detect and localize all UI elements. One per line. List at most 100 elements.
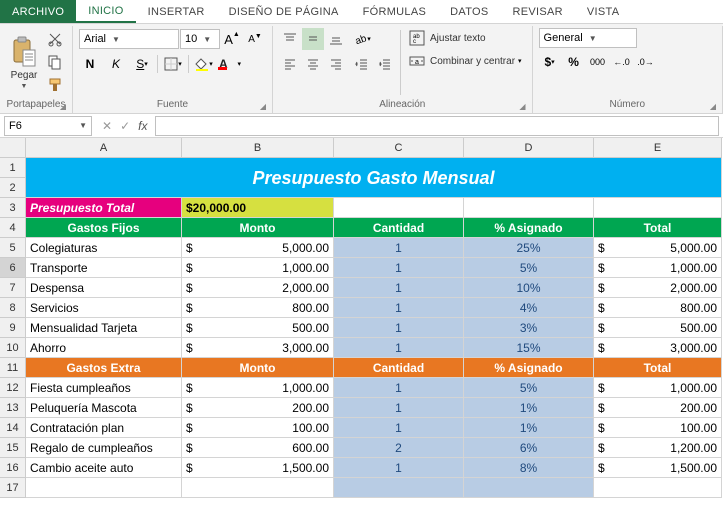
bold-button[interactable]: N [79,53,101,75]
italic-button[interactable]: K [105,53,127,75]
tab-data[interactable]: DATOS [438,0,500,23]
data-cell[interactable]: $1,500.00 [182,458,334,478]
data-cell[interactable]: Cambio aceite auto [26,458,182,478]
data-cell[interactable]: $1,200.00 [594,438,722,458]
align-bottom-button[interactable] [325,28,347,50]
align-right-button[interactable] [325,53,347,75]
data-cell[interactable]: $3,000.00 [594,338,722,358]
clipboard-launcher-icon[interactable]: ◢ [60,102,66,111]
data-cell[interactable]: $2,000.00 [594,278,722,298]
row-header[interactable]: 8 [0,298,26,318]
wrap-text-button[interactable]: abc Ajustar texto [405,28,526,48]
data-cell[interactable]: $2,000.00 [182,278,334,298]
accounting-format-button[interactable]: $▾ [539,51,561,73]
formula-input[interactable] [155,116,719,136]
select-all-corner[interactable] [0,138,26,158]
row-header[interactable]: 15 [0,438,26,458]
col-header-e[interactable]: E [594,138,722,158]
tab-insert[interactable]: INSERTAR [136,0,217,23]
data-cell[interactable]: Regalo de cumpleaños [26,438,182,458]
data-cell[interactable]: Servicios [26,298,182,318]
tab-file[interactable]: ARCHIVO [0,0,76,23]
row-header[interactable]: 11 [0,358,26,378]
row-header[interactable]: 1 [0,158,26,178]
data-cell[interactable]: 5% [464,258,594,278]
data-cell[interactable]: $500.00 [182,318,334,338]
spreadsheet-grid[interactable]: A B C D E 1 2 Presupuesto Gasto Mensual … [0,138,723,498]
copy-button[interactable] [44,51,66,73]
data-cell[interactable]: Despensa [26,278,182,298]
data-cell[interactable]: 1 [334,378,464,398]
cut-button[interactable] [44,28,66,50]
row-header[interactable]: 14 [0,418,26,438]
col-header-c[interactable]: C [334,138,464,158]
fx-icon[interactable]: fx [138,119,147,133]
tab-view[interactable]: VISTA [575,0,631,23]
row-header[interactable]: 12 [0,378,26,398]
row-header[interactable]: 16 [0,458,26,478]
data-cell[interactable]: 10% [464,278,594,298]
data-cell[interactable]: $800.00 [182,298,334,318]
data-cell[interactable]: 3% [464,318,594,338]
tab-formulas[interactable]: FÓRMULAS [351,0,439,23]
percent-format-button[interactable]: % [563,51,585,73]
align-middle-button[interactable] [302,28,324,50]
data-cell[interactable]: $1,000.00 [182,258,334,278]
data-cell[interactable]: 1 [334,258,464,278]
data-cell[interactable]: $1,000.00 [594,258,722,278]
align-top-button[interactable] [279,28,301,50]
data-cell[interactable]: 15% [464,338,594,358]
data-cell[interactable]: 1 [334,338,464,358]
row-header[interactable]: 9 [0,318,26,338]
number-launcher-icon[interactable]: ◢ [710,102,716,111]
increase-font-button[interactable]: A▲ [221,28,243,50]
number-format-combo[interactable]: General▼ [539,28,637,48]
tab-review[interactable]: REVISAR [501,0,575,23]
data-cell[interactable]: $1,000.00 [594,378,722,398]
enter-formula-icon[interactable]: ✓ [120,119,130,133]
increase-decimal-button[interactable]: ←.0 [611,51,633,73]
data-cell[interactable]: 1 [334,238,464,258]
data-cell[interactable]: $800.00 [594,298,722,318]
align-left-button[interactable] [279,53,301,75]
data-cell[interactable]: 8% [464,458,594,478]
data-cell[interactable]: $200.00 [594,398,722,418]
title-cell[interactable]: Presupuesto Gasto Mensual [26,158,722,198]
col-header-d[interactable]: D [464,138,594,158]
cancel-formula-icon[interactable]: ✕ [102,119,112,133]
fill-color-button[interactable]: ▾ [193,53,215,75]
data-cell[interactable]: $100.00 [594,418,722,438]
name-box[interactable]: F6▼ [4,116,92,136]
tab-page-layout[interactable]: DISEÑO DE PÁGINA [217,0,351,23]
data-cell[interactable]: $1,500.00 [594,458,722,478]
decrease-font-button[interactable]: A▼ [244,28,266,50]
data-cell[interactable]: $1,000.00 [182,378,334,398]
data-cell[interactable]: 1 [334,298,464,318]
data-cell[interactable]: $600.00 [182,438,334,458]
data-cell[interactable]: 2 [334,438,464,458]
font-name-combo[interactable]: Arial▼ [79,29,179,49]
data-cell[interactable]: Colegiaturas [26,238,182,258]
row-header[interactable]: 7 [0,278,26,298]
data-cell[interactable]: Mensualidad Tarjeta [26,318,182,338]
data-cell[interactable]: Peluquería Mascota [26,398,182,418]
data-cell[interactable]: $100.00 [182,418,334,438]
font-size-combo[interactable]: 10▼ [180,29,220,49]
data-cell[interactable]: Contratación plan [26,418,182,438]
underline-button[interactable]: S▾ [131,53,153,75]
col-header-a[interactable]: A [26,138,182,158]
decrease-decimal-button[interactable]: .0→ [635,51,657,73]
font-launcher-icon[interactable]: ◢ [260,102,266,111]
data-cell[interactable]: 1 [334,318,464,338]
font-color-button[interactable]: A▾ [219,53,241,75]
row-header[interactable]: 4 [0,218,26,238]
data-cell[interactable]: $200.00 [182,398,334,418]
orientation-button[interactable]: ab▾ [351,28,373,50]
data-cell[interactable]: $500.00 [594,318,722,338]
merge-center-button[interactable]: a Combinar y centrar▾ [405,51,526,71]
data-cell[interactable]: 1 [334,418,464,438]
data-cell[interactable]: 1 [334,278,464,298]
format-painter-button[interactable] [44,74,66,96]
borders-button[interactable]: ▾ [162,53,184,75]
row-header[interactable]: 3 [0,198,26,218]
